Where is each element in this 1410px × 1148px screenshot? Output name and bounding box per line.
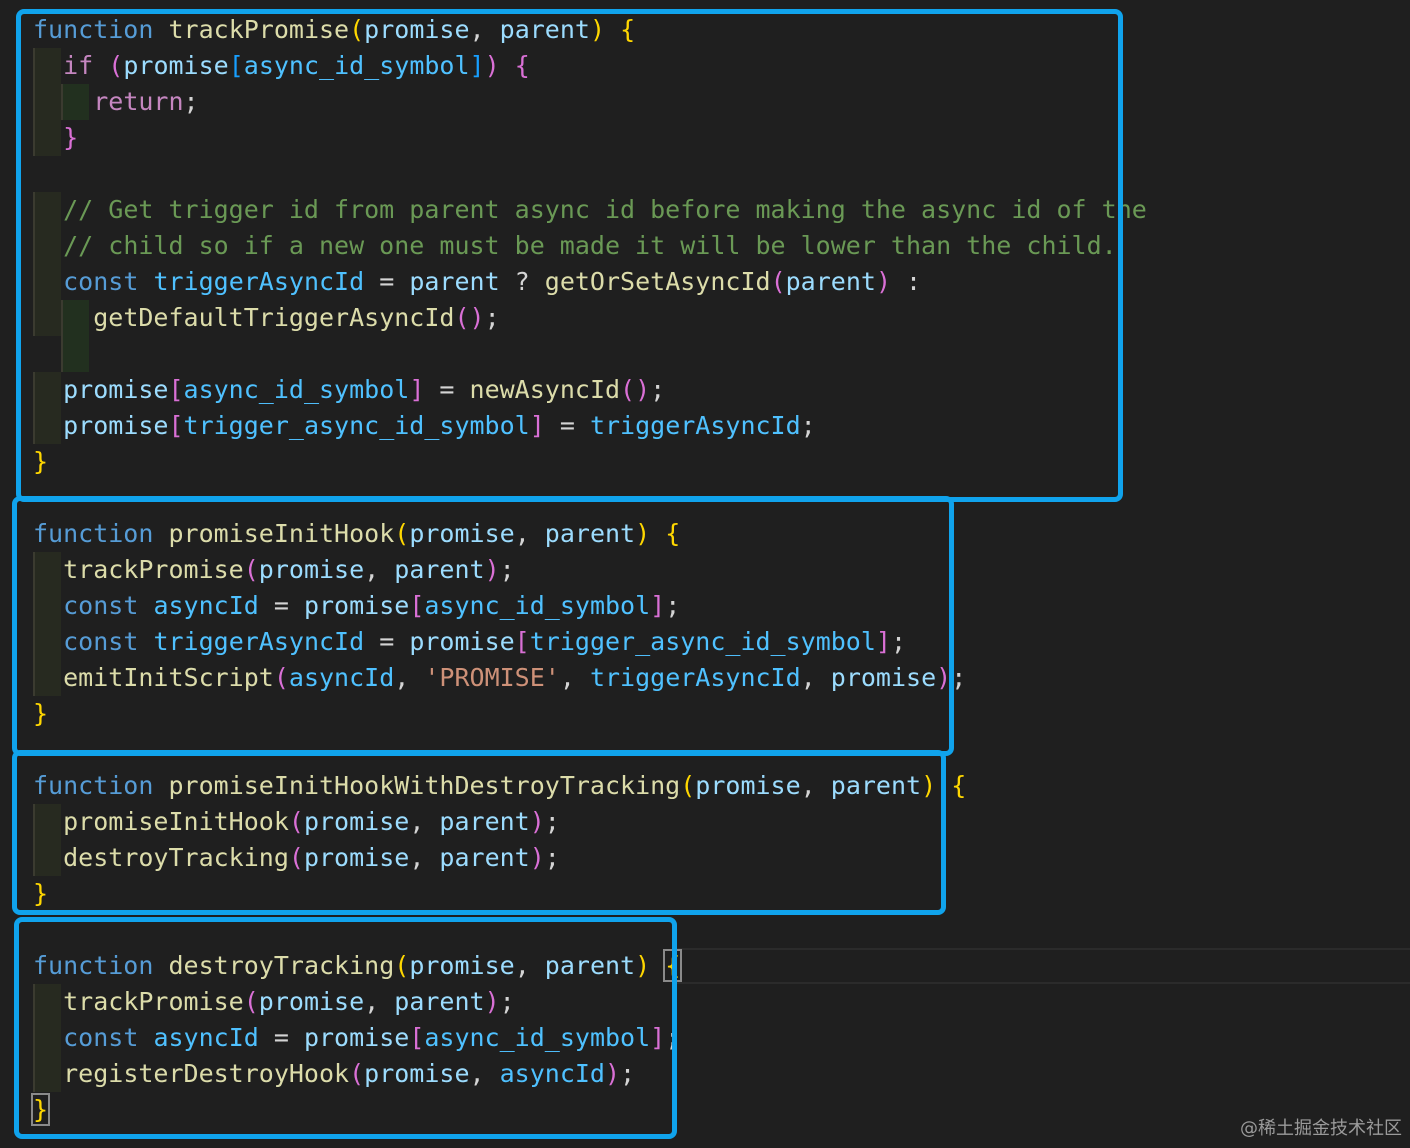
highlight-box — [12, 750, 946, 915]
highlight-box — [16, 9, 1123, 502]
current-line-highlight — [676, 948, 1410, 984]
code-editor[interactable]: function trackPromise(promise, parent) {… — [0, 0, 1410, 1148]
highlight-box — [14, 917, 677, 1139]
highlight-box — [12, 496, 954, 756]
watermark: @稀土掘金技术社区 — [1240, 1118, 1402, 1139]
